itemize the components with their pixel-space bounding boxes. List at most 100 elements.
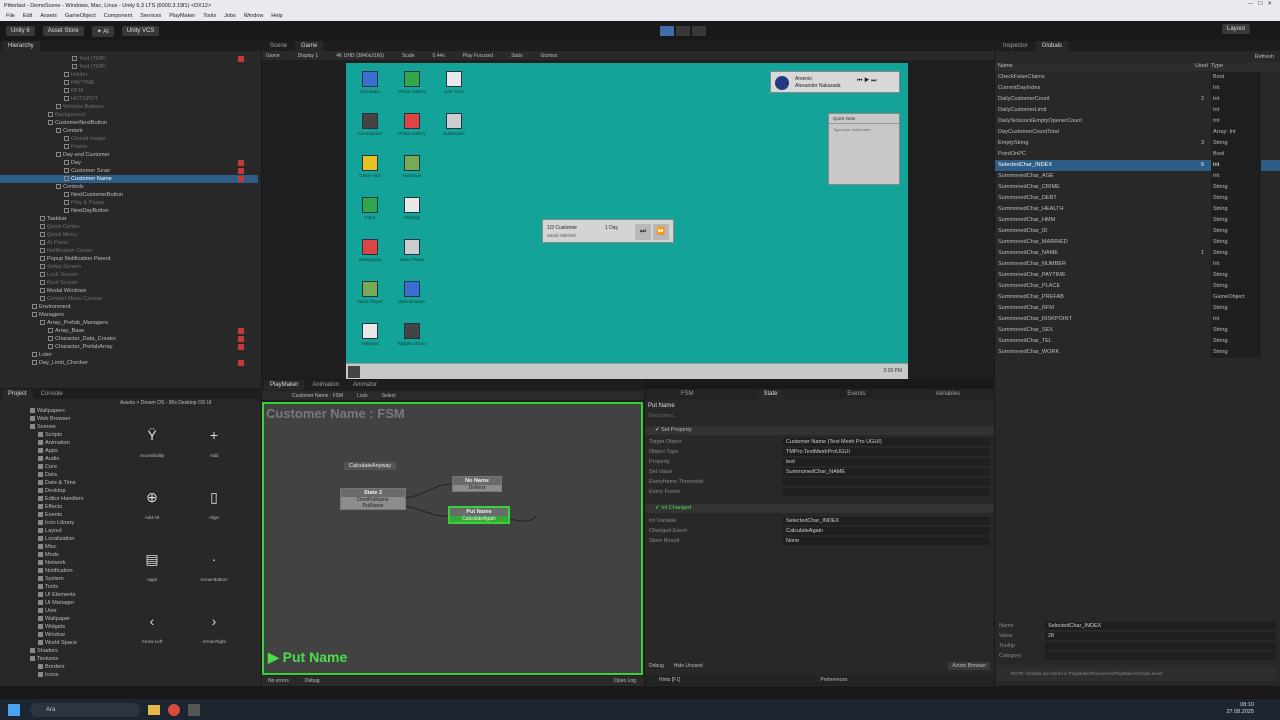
hierarchy-item[interactable]: AI Panel xyxy=(0,239,258,247)
action-field-value[interactable]: None xyxy=(783,537,990,545)
hierarchy-item[interactable]: Window Buttons xyxy=(0,103,258,111)
folder-item[interactable]: Apps xyxy=(0,447,118,455)
global-type-dropdown[interactable]: String xyxy=(1211,226,1261,237)
hierarchy-item[interactable]: PAYTIME xyxy=(0,79,258,87)
global-variable-row[interactable]: SummonedChar_MARRIED String xyxy=(995,237,1280,248)
game-bar-item[interactable]: Stats xyxy=(511,53,522,59)
asset-store-button[interactable]: Asset Store xyxy=(42,26,84,36)
hierarchy-item[interactable]: RFM xyxy=(0,87,258,95)
global-type-dropdown[interactable]: Array: Int xyxy=(1211,127,1261,138)
unity-icon[interactable] xyxy=(188,703,200,716)
global-detail-value[interactable]: SelectedChar_INDEX xyxy=(1045,622,1276,630)
asset-item[interactable]: ⊕ Add Alt xyxy=(122,489,182,520)
global-variable-row[interactable]: CurrentDayIndex Int xyxy=(995,83,1280,94)
game-bar-item[interactable]: 4K UHD (3840x2160) xyxy=(336,53,384,59)
global-type-dropdown[interactable]: Int xyxy=(1211,83,1261,94)
desktop-icon[interactable]: Commander xyxy=(350,113,390,136)
global-variable-row[interactable]: SummonedChar_NAME 1 String xyxy=(995,248,1280,259)
debug-dropdown[interactable]: Debug xyxy=(305,678,320,684)
tab-playmaker[interactable]: PlayMaker xyxy=(264,380,305,390)
hierarchy-item[interactable]: Notification Center xyxy=(0,247,258,255)
chrome-icon[interactable] xyxy=(168,703,180,716)
menu-file[interactable]: File xyxy=(6,13,15,19)
asset-item[interactable]: › Arrow Right xyxy=(184,613,244,644)
folder-item[interactable]: Scenes xyxy=(0,423,118,431)
global-type-dropdown[interactable]: Int xyxy=(1211,116,1261,127)
quick-note-input[interactable]: Type your notes here xyxy=(829,124,899,135)
global-variable-row[interactable]: SelectedChar_INDEX 5 Int xyxy=(995,160,1280,171)
folder-item[interactable]: User xyxy=(0,607,118,615)
hierarchy-item[interactable]: Managers xyxy=(0,311,258,319)
action-int-changed-header[interactable]: ✔ Int Changed xyxy=(645,504,994,513)
tab-animator[interactable]: Animator xyxy=(347,380,383,390)
state-name-field[interactable]: Put Name xyxy=(648,403,675,409)
folder-item[interactable]: Date & Time xyxy=(0,479,118,487)
folder-item[interactable]: Shaders xyxy=(0,647,118,655)
hierarchy-item[interactable]: NextCustomerButton xyxy=(0,191,258,199)
play-button[interactable] xyxy=(660,26,674,36)
folder-item[interactable]: Scripts xyxy=(0,431,118,439)
desktop-icon[interactable]: Photo Gallery xyxy=(392,71,432,94)
tab-scene[interactable]: Scene xyxy=(264,41,293,51)
global-detail-value[interactable]: 28 xyxy=(1045,632,1276,640)
asset-item[interactable]: ‹ Arrow Left xyxy=(122,613,182,644)
game-bar-item[interactable]: Play Focused xyxy=(463,53,493,59)
global-type-dropdown[interactable]: String xyxy=(1211,138,1261,149)
global-type-dropdown[interactable]: Int xyxy=(1211,171,1261,182)
desktop-icon[interactable]: Notepad xyxy=(350,323,390,346)
hierarchy-item[interactable]: Frame xyxy=(0,143,258,151)
hierarchy-item[interactable]: Lock Screen xyxy=(0,271,258,279)
asset-item[interactable]: ▯ Align xyxy=(184,489,244,520)
global-variable-row[interactable]: SummonedChar_NUMBER Int xyxy=(995,259,1280,270)
open-log-button[interactable]: Open Log xyxy=(614,678,636,684)
global-type-dropdown[interactable]: String xyxy=(1211,204,1261,215)
tab-game[interactable]: Game xyxy=(295,41,324,51)
hierarchy-item[interactable]: Taskbar xyxy=(0,215,258,223)
hierarchy-item[interactable]: Boot Screen xyxy=(0,279,258,287)
tab-globals[interactable]: Globals xyxy=(1035,41,1069,51)
pause-button[interactable] xyxy=(676,26,690,36)
debug-toggle[interactable]: Debug xyxy=(649,663,664,669)
global-type-dropdown[interactable]: Int xyxy=(1211,94,1261,105)
folder-item[interactable]: Desktop xyxy=(0,487,118,495)
global-variable-row[interactable]: SummonedChar_HEALTH String xyxy=(995,204,1280,215)
folder-item[interactable]: Animation xyxy=(0,439,118,447)
global-type-dropdown[interactable]: Bool xyxy=(1211,72,1261,83)
global-variable-row[interactable]: SummonedChar_RISKPOINT Int xyxy=(995,314,1280,325)
menu-edit[interactable]: Edit xyxy=(23,13,32,19)
tab-state[interactable]: State xyxy=(757,389,784,399)
quick-note-widget[interactable]: Quick Note Type your notes here xyxy=(828,113,900,185)
hierarchy-item[interactable]: Content xyxy=(0,127,258,135)
folder-item[interactable]: Effects xyxy=(0,503,118,511)
global-variable-row[interactable]: DailySicksockEmptyOpenerCount Int xyxy=(995,116,1280,127)
game-bar-item[interactable]: Game xyxy=(266,53,280,59)
folder-item[interactable]: Tools xyxy=(0,583,118,591)
global-type-dropdown[interactable]: String xyxy=(1211,303,1261,314)
action-field-value[interactable]: SummonedChar_NAME xyxy=(783,468,990,476)
folder-item[interactable]: Notification xyxy=(0,567,118,575)
hierarchy-item[interactable]: Array_Base xyxy=(0,327,258,335)
global-variable-row[interactable]: SummonedChar_SEX String xyxy=(995,325,1280,336)
folder-item[interactable]: Data xyxy=(0,471,118,479)
hierarchy-item[interactable]: Play & Pause xyxy=(0,199,258,207)
hierarchy-item[interactable]: Day_Limit_Checker xyxy=(0,359,258,367)
menu-gameobject[interactable]: GameObject xyxy=(65,13,96,19)
desktop-icon[interactable]: Calculator xyxy=(350,71,390,94)
global-type-dropdown[interactable]: String xyxy=(1211,325,1261,336)
asset-item[interactable]: ▤ Apps xyxy=(122,551,182,582)
window-controls[interactable]: — ☐ ✕ xyxy=(1248,1,1272,7)
desktop-icon[interactable]: Icon Form xyxy=(434,71,474,94)
desktop-icon[interactable]: Paint xyxy=(350,197,390,220)
tab-animation[interactable]: Animation xyxy=(306,380,345,390)
desktop-icon[interactable]: SubStocks xyxy=(434,113,474,136)
windows-start-icon[interactable] xyxy=(8,703,20,716)
lock-toggle[interactable]: Lock xyxy=(357,393,368,399)
global-variable-row[interactable]: DailyCustomerLimit Int xyxy=(995,105,1280,116)
action-field-value[interactable]: CalculateAgain xyxy=(783,527,990,535)
action-field-value[interactable]: Customer Name (Text Mesh Pro UGUI) xyxy=(783,438,990,446)
global-variable-row[interactable]: SummonedChar_RFM String xyxy=(995,303,1280,314)
unity-account-button[interactable]: Unity 6 xyxy=(6,26,35,36)
folder-item[interactable]: UI Manager xyxy=(0,599,118,607)
global-type-dropdown[interactable]: String xyxy=(1211,336,1261,347)
folder-item[interactable]: World Space xyxy=(0,639,118,647)
